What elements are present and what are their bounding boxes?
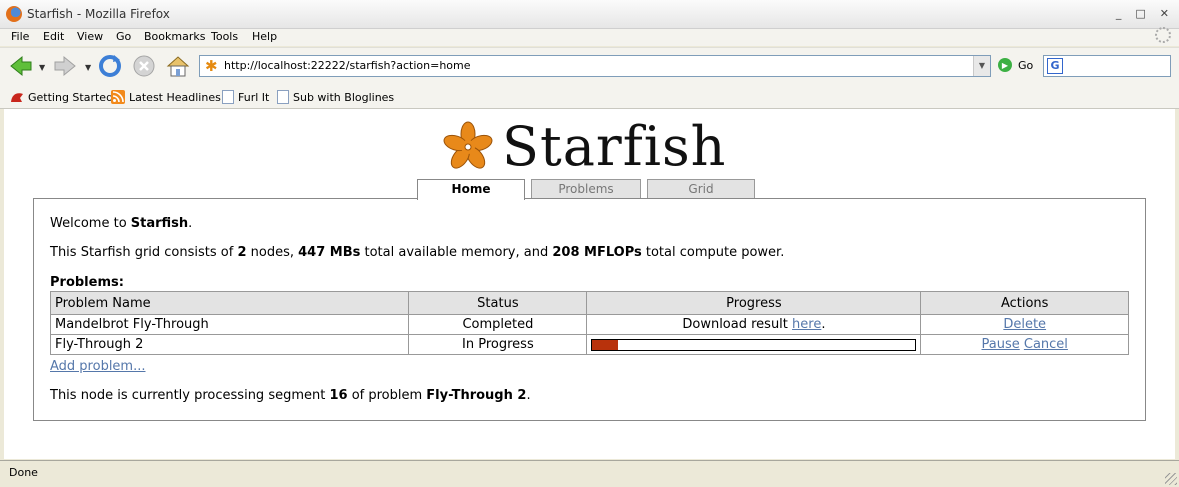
column-header-actions: Actions (920, 291, 1129, 315)
getting-started-icon (11, 93, 23, 102)
menu-bookmarks[interactable]: Bookmarks (144, 30, 205, 43)
menu-file[interactable]: File (11, 30, 29, 43)
column-header-progress: Progress (586, 291, 922, 315)
status-cell: Completed (408, 314, 588, 335)
forward-dropdown-icon[interactable]: ▼ (85, 63, 91, 72)
starfish-logo-icon (443, 121, 493, 169)
problem-name-cell: Mandelbrot Fly-Through (49, 314, 410, 335)
firefox-icon (6, 6, 22, 22)
bookmark-sub-with-bloglines[interactable]: Sub with Bloglines (277, 90, 394, 104)
status-cell: In Progress (408, 334, 588, 355)
status-text: Done (9, 466, 38, 479)
problems-heading: Problems: (50, 275, 124, 290)
node-count: 2 (237, 245, 247, 260)
google-search-icon[interactable]: G (1047, 58, 1063, 74)
actions-cell: Delete (920, 314, 1129, 335)
back-button[interactable] (8, 53, 34, 79)
tab-problems[interactable]: Problems (531, 179, 641, 198)
bookmarks-toolbar: Getting Started Latest Headlines Furl It… (0, 86, 1179, 109)
problem-name-cell: Fly-Through 2 (49, 334, 410, 355)
bookmark-label: Latest Headlines (129, 90, 221, 104)
page-icon (222, 90, 234, 104)
home-button[interactable] (165, 53, 191, 79)
cancel-link[interactable]: Cancel (1024, 337, 1068, 352)
back-dropdown-icon[interactable]: ▼ (39, 63, 45, 72)
progress-bar (591, 338, 917, 351)
column-header-status: Status (408, 291, 588, 315)
table-row: Fly-Through 2 In Progress Pause Cancel (49, 334, 1129, 355)
reload-icon (99, 55, 121, 77)
add-problem-container: Add problem... (50, 359, 146, 374)
window-titlebar: Starfish - Mozilla Firefox _ □ ✕ (0, 0, 1179, 29)
progress-bar-fill (592, 339, 619, 350)
memory-total: 447 MBs (298, 245, 361, 260)
tab-home[interactable]: Home (417, 179, 525, 200)
navigation-toolbar: ▼ ▼ ✱ http://localhost:22222/starfish?ac… (0, 47, 1179, 86)
go-button[interactable]: ▶ Go (998, 58, 1033, 72)
grid-info-text: This Starfish grid consists of 2 nodes, … (50, 245, 785, 260)
pause-link[interactable]: Pause (982, 337, 1020, 352)
menu-tools[interactable]: Tools (211, 30, 238, 43)
column-header-problem-name: Problem Name (49, 291, 410, 315)
bookmark-label: Getting Started (28, 90, 114, 104)
go-label: Go (1018, 58, 1034, 72)
processing-problem-name: Fly-Through 2 (426, 388, 527, 403)
url-dropdown-icon[interactable]: ▼ (973, 56, 990, 76)
minimize-button[interactable]: _ (1116, 7, 1122, 20)
table-row: Mandelbrot Fly-Through Completed Downloa… (49, 314, 1129, 335)
tab-grid[interactable]: Grid (647, 179, 755, 198)
actions-cell: Pause Cancel (920, 334, 1129, 355)
bookmark-furl-it[interactable]: Furl It (222, 90, 269, 104)
stop-icon (133, 55, 155, 77)
logo-text: Starfish (502, 115, 727, 178)
maximize-button[interactable]: □ (1135, 7, 1145, 20)
resize-grip-icon[interactable] (1165, 473, 1177, 485)
rss-feed-icon (111, 90, 125, 104)
back-arrow-icon (10, 55, 32, 77)
starfish-logo: Starfish (442, 117, 726, 177)
url-text[interactable]: http://localhost:22222/starfish?action=h… (224, 59, 471, 72)
problems-table: Problem Name Status Progress Actions Man… (49, 291, 1129, 355)
bookmark-label: Furl It (238, 90, 270, 104)
page-icon (277, 90, 289, 104)
welcome-text: Welcome to Starfish. (50, 216, 193, 231)
menu-edit[interactable]: Edit (43, 30, 64, 43)
progress-cell (586, 334, 922, 355)
forward-button[interactable] (52, 53, 78, 79)
stop-button[interactable] (131, 53, 157, 79)
app-name: Starfish (130, 216, 189, 231)
compute-total: 208 MFLOPs (552, 245, 642, 260)
search-input[interactable]: G (1043, 55, 1171, 77)
home-icon (166, 56, 190, 77)
processing-status-text: This node is currently processing segmen… (50, 388, 531, 403)
segment-number: 16 (329, 388, 348, 403)
page-content: Starfish Home Problems Grid Welcome to S… (4, 109, 1175, 459)
progress-cell: Download result here. (586, 314, 922, 335)
site-favicon-icon: ✱ (205, 57, 218, 75)
throbber-icon (1155, 27, 1171, 43)
menu-help[interactable]: Help (252, 30, 277, 43)
bookmark-getting-started[interactable]: Getting Started (10, 90, 113, 104)
home-panel: Welcome to Starfish. This Starfish grid … (33, 198, 1146, 421)
menu-go[interactable]: Go (116, 30, 131, 43)
bookmark-latest-headlines[interactable]: Latest Headlines (111, 90, 221, 104)
window-title: Starfish - Mozilla Firefox (27, 7, 170, 21)
menu-view[interactable]: View (77, 30, 103, 43)
close-button[interactable]: ✕ (1160, 7, 1169, 20)
bookmark-label: Sub with Bloglines (293, 90, 395, 104)
delete-link[interactable]: Delete (1003, 317, 1046, 332)
download-result-link[interactable]: here (792, 317, 821, 332)
forward-arrow-icon (54, 55, 76, 77)
status-bar: Done (0, 460, 1179, 487)
url-bar[interactable]: ✱ http://localhost:22222/starfish?action… (199, 55, 991, 77)
go-arrow-icon: ▶ (998, 58, 1012, 72)
reload-button[interactable] (97, 53, 123, 79)
menu-bar: File Edit View Go Bookmarks Tools Help (0, 27, 1179, 46)
table-header-row: Problem Name Status Progress Actions (49, 291, 1129, 315)
add-problem-link[interactable]: Add problem... (50, 359, 146, 374)
